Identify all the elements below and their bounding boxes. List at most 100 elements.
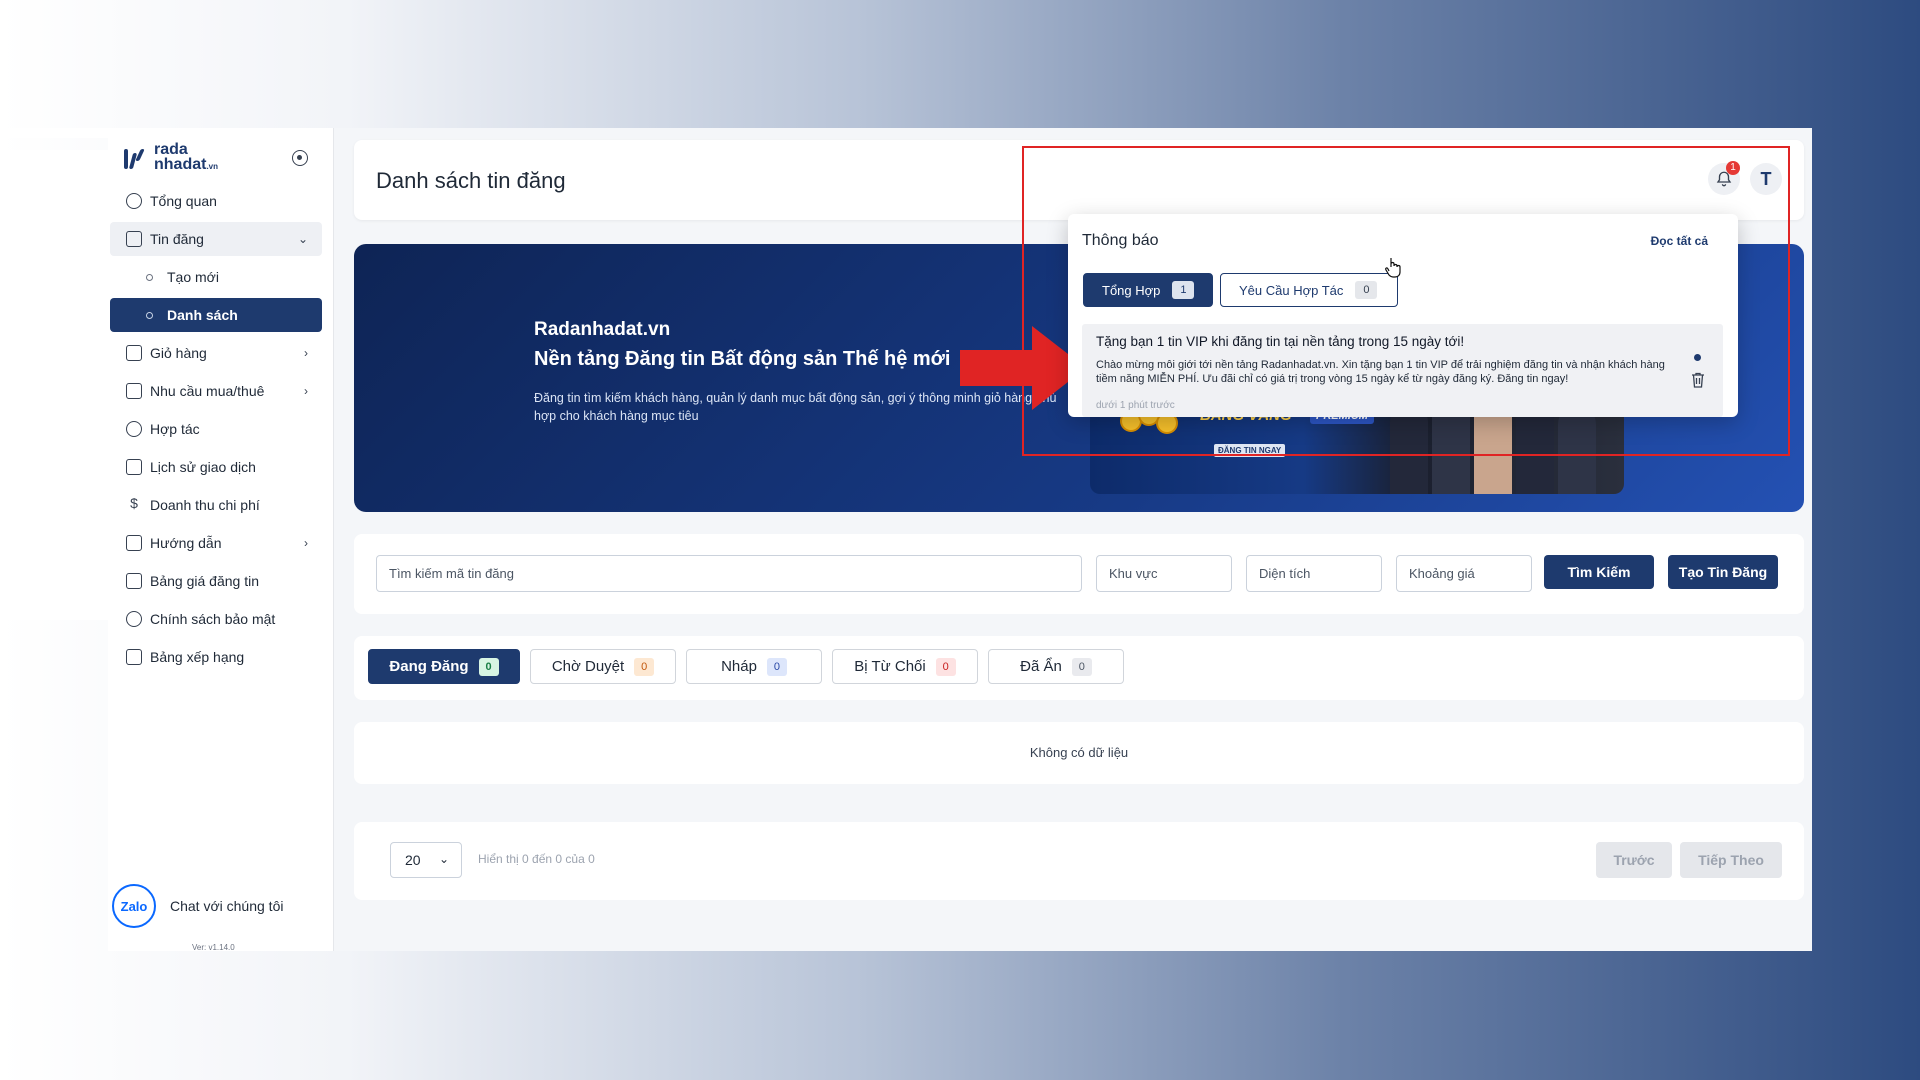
tab-label: Yêu Cầu Hợp Tác xyxy=(1239,282,1344,298)
tab-count: 0 xyxy=(1071,657,1092,676)
trash-icon[interactable] xyxy=(1691,372,1705,388)
notification-title: Thông báo xyxy=(1082,232,1159,249)
brush-stroke xyxy=(0,150,110,620)
tab-cho-duyet[interactable]: Chờ Duyệt 0 xyxy=(530,649,676,684)
cart-icon xyxy=(126,573,142,589)
notification-item-body: Chào mừng môi giới tới nền tảng Radanhad… xyxy=(1096,359,1665,385)
logo[interactable]: rada nhadat.vn xyxy=(124,142,218,174)
page-title: Danh sách tin đăng xyxy=(376,168,566,193)
banner-tagline: Nền tảng Đăng tin Bất động sản Thế hệ mớ… xyxy=(534,348,951,370)
hand-cursor-icon xyxy=(1385,258,1401,278)
price-input[interactable] xyxy=(1396,555,1532,592)
tab-count: 0 xyxy=(634,657,655,676)
chevron-right-icon: › xyxy=(304,384,308,398)
sidebar-collapse-icon[interactable] xyxy=(292,150,308,166)
sidebar-item-label: Doanh thu chi phí xyxy=(150,497,260,513)
tab-count: 0 xyxy=(935,657,956,676)
notification-button[interactable]: 1 xyxy=(1708,161,1740,195)
basket-icon xyxy=(126,345,142,361)
bullet-icon xyxy=(146,311,153,319)
search-button[interactable]: Tìm Kiếm xyxy=(1544,555,1654,589)
tab-count: 0 xyxy=(478,657,499,676)
sidebar-item-gio-hang[interactable]: Giỏ hàng › xyxy=(110,336,322,370)
sidebar-item-tin-dang[interactable]: Tin đăng ⌄ xyxy=(110,222,322,256)
create-listing-button[interactable]: Tạo Tin Đăng xyxy=(1668,555,1778,589)
pagination-summary: Hiển thị 0 đến 0 của 0 xyxy=(478,852,595,866)
promo-cta: ĐĂNG TIN NGAY xyxy=(1214,444,1286,457)
tab-tong-hop[interactable]: Tổng Hợp 1 xyxy=(1083,273,1213,307)
tab-count: 0 xyxy=(1355,281,1378,299)
book-icon xyxy=(126,535,142,551)
user-needs-icon xyxy=(126,383,142,399)
page-size-value: 20 xyxy=(405,852,421,868)
tab-bi-tu-choi[interactable]: Bị Từ Chối 0 xyxy=(832,649,978,684)
notification-panel: Thông báo Đọc tất cả Tổng Hợp 1 Yêu Cầu … xyxy=(1068,214,1738,417)
home-icon xyxy=(126,193,142,209)
sidebar-item-label: Chính sách bảo mật xyxy=(150,611,276,627)
sidebar-item-bang-xep-hang[interactable]: Bảng xếp hạng xyxy=(110,640,322,674)
ranking-icon xyxy=(126,649,142,665)
history-icon xyxy=(126,459,142,475)
sidebar-item-hop-tac[interactable]: Hợp tác xyxy=(110,412,322,446)
sidebar-item-nhu-cau[interactable]: Nhu cầu mua/thuê › xyxy=(110,374,322,408)
tab-da-an[interactable]: Đã Ẩn 0 xyxy=(988,649,1124,684)
tab-label: Đã Ẩn xyxy=(1020,658,1062,675)
sidebar-item-tong-quan[interactable]: Tổng quan xyxy=(110,184,322,218)
status-tabs: Đang Đăng 0 Chờ Duyệt 0 Nháp 0 Bị Từ Chố… xyxy=(354,636,1804,700)
notification-item[interactable]: Tặng bạn 1 tin VIP khi đăng tin tại nền … xyxy=(1082,324,1723,417)
avatar[interactable]: T xyxy=(1750,163,1782,195)
sidebar-item-label: Tạo mới xyxy=(167,269,219,285)
banner-site: Radanhadat.vn xyxy=(534,319,671,340)
zalo-chat[interactable]: Zalo Chat với chúng tôi xyxy=(112,884,283,928)
sidebar-item-label: Lịch sử giao dịch xyxy=(150,459,256,475)
version-text: Ver: v1.14.0 xyxy=(192,943,235,951)
app-window: rada nhadat.vn Tổng quan Tin đăng ⌄ Tạo … xyxy=(108,128,1812,951)
notification-item-time: dưới 1 phút trước xyxy=(1096,400,1175,411)
search-code-input[interactable] xyxy=(376,555,1082,592)
bullet-icon xyxy=(146,273,153,281)
size-input[interactable] xyxy=(1246,555,1382,592)
sidebar-item-lich-su[interactable]: Lịch sử giao dịch xyxy=(110,450,322,484)
page-header: Danh sách tin đăng 1 T xyxy=(354,140,1804,220)
shield-icon xyxy=(126,611,142,627)
sidebar-item-label: Tổng quan xyxy=(150,193,217,209)
tab-label: Bị Từ Chối xyxy=(854,658,926,675)
notification-item-title: Tặng bạn 1 tin VIP khi đăng tin tại nền … xyxy=(1096,334,1465,349)
sidebar-nav: Tổng quan Tin đăng ⌄ Tạo mới Danh sách G… xyxy=(110,184,322,678)
sidebar-item-huong-dan[interactable]: Hướng dẫn › xyxy=(110,526,322,560)
sidebar-item-bang-gia[interactable]: Bảng giá đăng tin xyxy=(110,564,322,598)
tab-dang-dang[interactable]: Đang Đăng 0 xyxy=(368,649,520,684)
tab-label: Chờ Duyệt xyxy=(551,658,625,675)
document-icon xyxy=(126,231,142,247)
results-table: Không có dữ liệu xyxy=(354,722,1804,784)
logo-text: rada nhadat.vn xyxy=(154,141,219,173)
sidebar-item-label: Tin đăng xyxy=(150,231,204,247)
notification-count-badge: 1 xyxy=(1726,161,1740,175)
next-button[interactable]: Tiếp Theo xyxy=(1680,842,1782,878)
tab-nhap[interactable]: Nháp 0 xyxy=(686,649,822,684)
sidebar-item-chinh-sach[interactable]: Chính sách bảo mật xyxy=(110,602,322,636)
handshake-icon xyxy=(126,421,142,437)
area-input[interactable] xyxy=(1096,555,1232,592)
prev-button[interactable]: Trước xyxy=(1596,842,1672,878)
tab-yeu-cau-hop-tac[interactable]: Yêu Cầu Hợp Tác 0 xyxy=(1220,273,1398,307)
sidebar-item-danh-sach[interactable]: Danh sách xyxy=(110,298,322,332)
sidebar-item-tao-moi[interactable]: Tạo mới xyxy=(110,260,322,294)
page-size-select[interactable]: 20 ⌄ xyxy=(390,842,462,878)
chevron-right-icon: › xyxy=(304,536,308,550)
sidebar-item-label: Hợp tác xyxy=(150,421,200,437)
sidebar-item-label: Giỏ hàng xyxy=(150,345,207,361)
sidebar-item-label: Nhu cầu mua/thuê xyxy=(150,383,265,399)
tab-count: 0 xyxy=(766,657,787,676)
sidebar-item-doanh-thu[interactable]: $ Doanh thu chi phí xyxy=(110,488,322,522)
sidebar-item-label: Bảng giá đăng tin xyxy=(150,573,259,589)
read-all-link[interactable]: Đọc tất cả xyxy=(1651,234,1708,248)
dollar-icon: $ xyxy=(130,495,138,511)
chevron-down-icon: ⌄ xyxy=(438,852,449,866)
tab-label: Tổng Hợp xyxy=(1102,282,1161,298)
notification-tabs: Tổng Hợp 1 Yêu Cầu Hợp Tác 0 xyxy=(1083,273,1398,307)
chevron-right-icon: › xyxy=(304,346,308,360)
sidebar-item-label: Bảng xếp hạng xyxy=(150,649,245,665)
chat-label: Chat với chúng tôi xyxy=(170,898,284,914)
empty-state: Không có dữ liệu xyxy=(1029,745,1129,760)
